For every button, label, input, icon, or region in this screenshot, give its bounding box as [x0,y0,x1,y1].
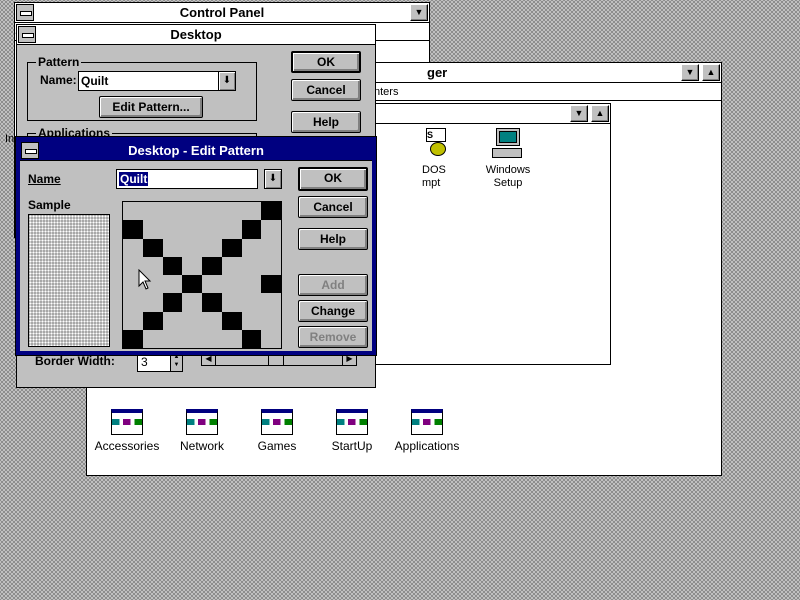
pattern-cell[interactable] [123,220,143,239]
pattern-cell[interactable] [241,220,262,239]
group-icon-applications[interactable]: Applications [387,409,467,453]
edit-pattern-name-label: Name [28,172,61,186]
desktop-ok-button[interactable]: OK [291,51,361,73]
border-width-spinner[interactable]: 3 ▲ ▼ [137,352,183,372]
edit-pattern-button[interactable]: Edit Pattern... [99,96,203,118]
pattern-name-value: Quilt [81,74,109,88]
pattern-cell[interactable] [202,256,222,275]
maximize-icon[interactable]: ▲ [591,105,609,122]
group-icon-startup[interactable]: StartUp [312,409,392,453]
group-icon-label: Network [179,439,224,453]
pattern-name-label: Name: [40,73,77,87]
group-icon-accessories[interactable]: Accessories [87,409,167,453]
pattern-cell[interactable] [142,311,163,330]
program-group-icon [186,409,218,435]
pattern-cell[interactable] [221,311,242,330]
program-group-icon [336,409,368,435]
group-icon-label: Accessories [94,439,160,453]
group-icon-label: Games [257,439,297,453]
desktop-help-button[interactable]: Help [291,111,361,133]
group-icon-label: StartUp [331,439,373,453]
control-panel-icon-label-fragment: In [5,133,15,145]
program-group-icon [111,409,143,435]
pattern-cell[interactable] [202,293,222,312]
edit-pattern-title-bar[interactable]: Desktop - Edit Pattern [20,141,372,161]
edit-pattern-cancel-button[interactable]: Cancel [298,196,368,218]
border-width-value: 3 [141,355,148,369]
desktop-dialog-title: Desktop [170,27,222,42]
windows-setup-icon[interactable] [490,128,524,160]
pattern-group-label: Pattern [36,55,82,69]
edit-pattern-dialog: Desktop - Edit Pattern Name Quilt ⬇ Samp… [15,136,377,356]
remove-button[interactable]: Remove [298,326,368,348]
windows-setup-label: Windows Setup [485,164,531,189]
system-menu-icon[interactable] [16,4,34,21]
pattern-cell[interactable] [221,238,242,257]
maximize-icon[interactable]: ▲ [702,64,720,81]
program-group-icon [411,409,443,435]
pattern-cell[interactable] [123,329,143,348]
minimize-icon[interactable]: ▼ [681,64,699,81]
sample-preview [28,214,110,347]
pattern-cell[interactable] [182,275,202,294]
border-width-label: Border Width: [35,354,115,368]
edit-pattern-ok-button[interactable]: OK [298,167,368,191]
desktop-cancel-button[interactable]: Cancel [291,79,361,101]
pattern-name-combo[interactable]: Quilt ⬇ [78,71,236,91]
dropdown-arrow-icon[interactable]: ⬇ [264,169,282,189]
minimize-icon[interactable]: ▼ [410,4,428,21]
pattern-cell[interactable] [261,202,281,221]
control-panel-title-bar[interactable]: Control Panel ▼ [15,3,429,23]
pattern-cell[interactable] [142,238,163,257]
edit-pattern-title: Desktop - Edit Pattern [128,143,264,158]
group-icon-label: Applications [394,439,460,453]
edit-pattern-name-combo[interactable]: Quilt [116,169,258,189]
group-icon-network[interactable]: Network [162,409,242,453]
program-manager-title: ger [427,65,448,80]
mouse-pointer-icon [138,269,152,290]
spinner-arrows-icon[interactable]: ▲ ▼ [170,353,182,371]
printers-label-fragment: nters [374,86,399,98]
pattern-cell[interactable] [162,293,183,312]
pattern-cell[interactable] [241,329,262,348]
system-menu-icon[interactable] [18,26,36,43]
desktop-dialog-title-bar[interactable]: Desktop [17,25,375,45]
program-group-icon [261,409,293,435]
edit-pattern-help-button[interactable]: Help [298,228,368,250]
pattern-group: Pattern Name: Quilt ⬇ Edit Pattern... [27,55,257,121]
ms-dos-prompt-label: DOS mpt [422,164,446,189]
add-button[interactable]: Add [298,274,368,296]
ms-dos-prompt-icon[interactable]: S [426,128,448,158]
pattern-cell[interactable] [261,275,281,294]
minimize-icon[interactable]: ▼ [570,105,588,122]
system-menu-icon[interactable] [21,142,39,159]
edit-pattern-name-value[interactable]: Quilt [119,172,149,186]
sample-label: Sample [28,198,71,212]
pattern-cell[interactable] [162,256,183,275]
dropdown-arrow-icon[interactable]: ⬇ [218,72,235,90]
group-icon-games[interactable]: Games [237,409,317,453]
change-button[interactable]: Change [298,300,368,322]
control-panel-title: Control Panel [179,5,265,20]
